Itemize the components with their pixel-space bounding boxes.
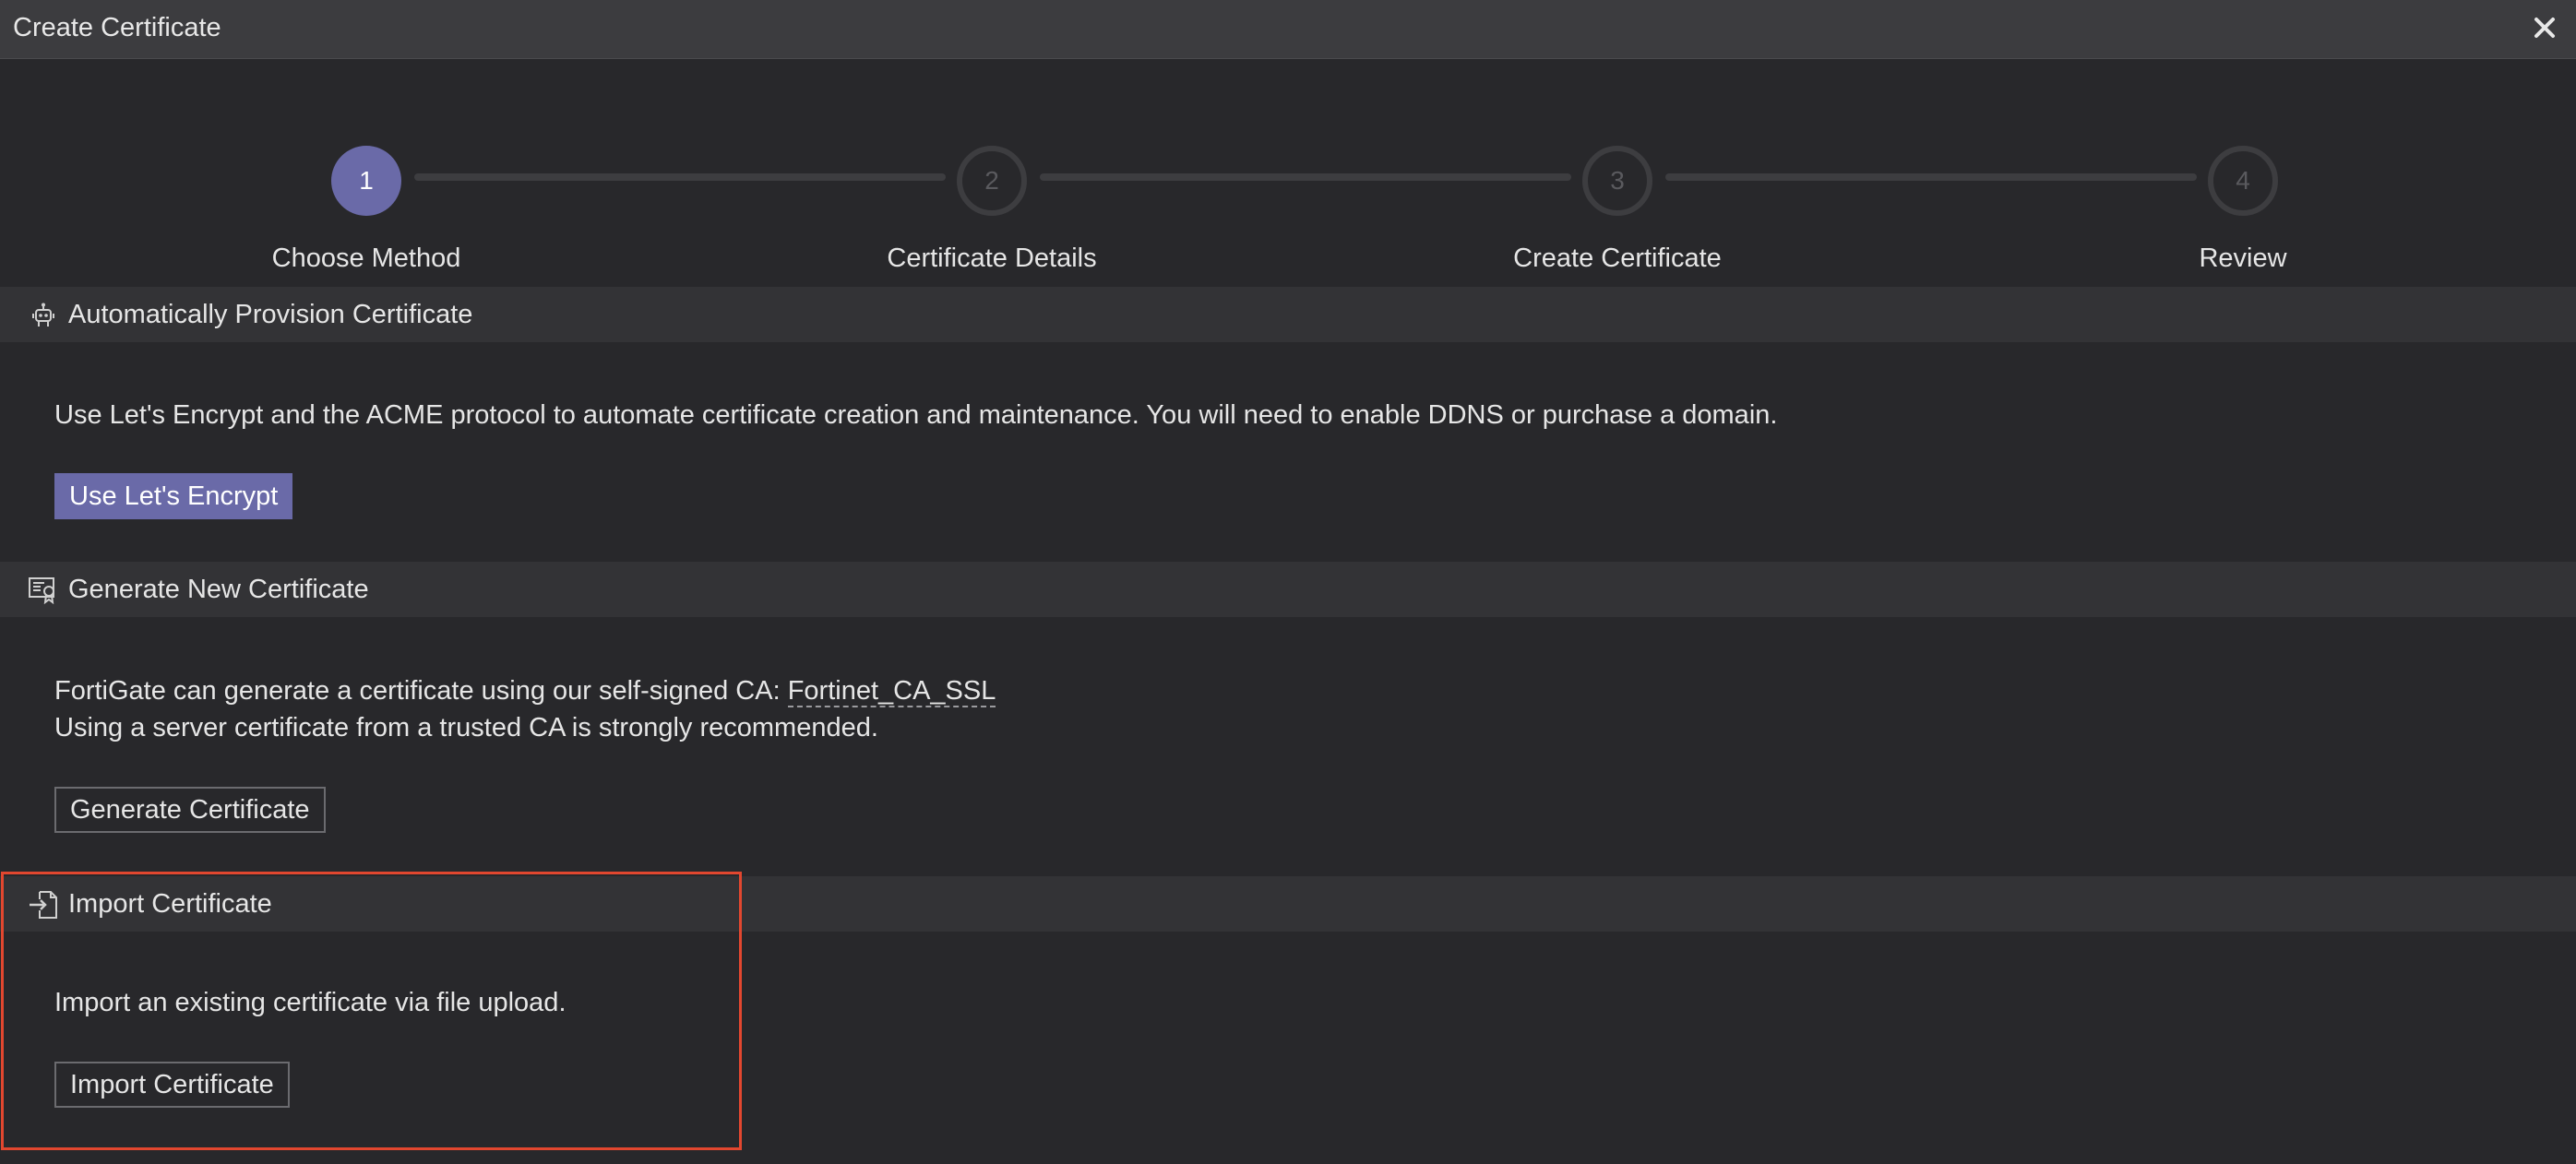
close-icon xyxy=(2534,18,2555,38)
auto-provision-description: Use Let's Encrypt and the ACME protocol … xyxy=(54,400,1778,430)
step-connector xyxy=(1040,173,1571,181)
certificate-icon xyxy=(28,575,59,606)
generate-certificate-button[interactable]: Generate Certificate xyxy=(54,787,326,833)
step-3-indicator: 3 xyxy=(1582,146,1652,216)
step-3-label: Create Certificate xyxy=(1513,243,1722,273)
import-certificate-description: Import an existing certificate via file … xyxy=(54,988,566,1017)
dialog-titlebar: Create Certificate xyxy=(0,0,2576,59)
import-certificate-header: Import Certificate xyxy=(0,876,2576,932)
step-1-indicator: 1 xyxy=(331,146,401,216)
step-1-label: Choose Method xyxy=(271,243,461,273)
generate-description-line2: Using a server certificate from a truste… xyxy=(54,713,878,742)
step-connector xyxy=(414,173,946,181)
auto-provision-header: Automatically Provision Certificate xyxy=(0,287,2576,342)
generate-certificate-title: Generate New Certificate xyxy=(68,575,369,604)
file-import-icon xyxy=(28,889,59,921)
step-2-label: Certificate Details xyxy=(887,243,1097,273)
generate-certificate-description: FortiGate can generate a certificate usi… xyxy=(54,672,996,746)
robot-icon xyxy=(28,300,59,331)
ca-name-link[interactable]: Fortinet_CA_SSL xyxy=(787,676,996,707)
progress-stepper: 1 2 3 4 Choose Method Certificate Detail… xyxy=(0,59,2576,286)
import-certificate-title: Import Certificate xyxy=(68,889,272,919)
generate-description-prefix: FortiGate can generate a certificate usi… xyxy=(54,676,788,706)
generate-certificate-header: Generate New Certificate xyxy=(0,562,2576,617)
import-certificate-button[interactable]: Import Certificate xyxy=(54,1062,290,1108)
step-connector xyxy=(1665,173,2197,181)
dialog-title: Create Certificate xyxy=(13,13,221,42)
step-4-indicator: 4 xyxy=(2208,146,2278,216)
generate-description-line1: FortiGate can generate a certificate usi… xyxy=(54,672,996,709)
step-4-label: Review xyxy=(2199,243,2287,273)
auto-provision-title: Automatically Provision Certificate xyxy=(68,300,473,329)
step-2-indicator: 2 xyxy=(957,146,1027,216)
use-lets-encrypt-button[interactable]: Use Let's Encrypt xyxy=(54,473,293,519)
close-button[interactable] xyxy=(2526,9,2563,46)
